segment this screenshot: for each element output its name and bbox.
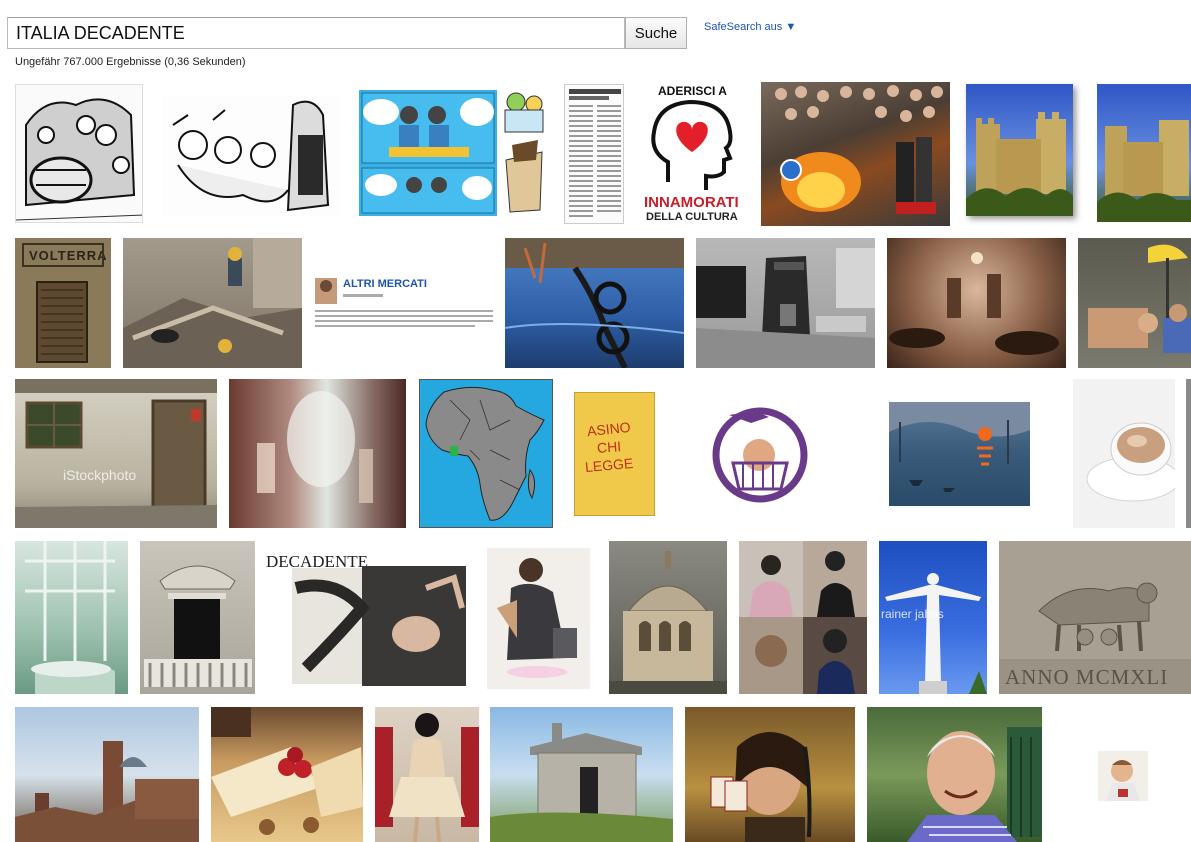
cartoon-illustration [163, 95, 340, 217]
altri-mercati-title: ALTRI MERCATI [343, 278, 427, 290]
newspaper-text [565, 85, 623, 223]
book-title-line-1: ASINO [586, 418, 632, 440]
image-result-impression-sunrise[interactable] [889, 402, 1030, 506]
image-result-canal-bicycle[interactable] [505, 238, 684, 368]
book-title-line-3: LEGGE [584, 454, 634, 476]
aderisci-bottom-text-2: DELLA CULTURA [646, 211, 738, 223]
image-result-fist-basket-logo[interactable] [707, 403, 813, 503]
castle-photo [966, 112, 1073, 216]
image-result-medieval-town[interactable] [15, 707, 199, 842]
image-result-decadente-magazine[interactable]: DECADENTE [266, 548, 467, 689]
window-photo [144, 565, 252, 687]
cartoon-illustration [16, 85, 142, 222]
castle-photo [1097, 120, 1191, 222]
image-result-domed-church[interactable] [609, 541, 727, 694]
coffee-photo [1086, 422, 1175, 502]
image-result-cartoon-trash[interactable] [15, 84, 143, 223]
man-photo [907, 727, 1042, 842]
image-result-christ-statue[interactable]: rainer jahns [879, 541, 987, 694]
image-result-device-on-desk[interactable] [696, 238, 875, 368]
hut-photo [490, 723, 673, 842]
image-result-baroque-window[interactable] [140, 541, 255, 694]
rubble-photo [123, 238, 302, 368]
conservatory-photo [25, 541, 115, 694]
image-result-baby[interactable] [1098, 751, 1148, 801]
device-photo [696, 248, 875, 368]
africa-map [425, 386, 545, 521]
painting [889, 402, 1030, 492]
image-result-beach-umbrella[interactable] [1078, 238, 1191, 368]
book-title-line-2: CHI [596, 438, 622, 456]
cartoon-illustration [500, 90, 548, 214]
search-input[interactable]: ITALIA DECADENTE [7, 17, 625, 49]
search-button[interactable]: Suche [625, 17, 687, 49]
image-result-partial-edge[interactable] [1186, 379, 1191, 528]
image-result-castle-2[interactable] [1097, 84, 1191, 222]
cafe-photo [889, 252, 1059, 355]
image-result-volterra-door[interactable]: VOLTERRA [15, 238, 111, 368]
rainer-watermark: rainer jahns [881, 607, 944, 621]
girl-photo [710, 732, 812, 842]
fashion-photo [375, 713, 479, 842]
aderisci-bottom-text: INNAMORATI [644, 194, 739, 211]
image-result-earthquake-rubble[interactable] [123, 238, 302, 368]
image-result-riot-fire[interactable] [761, 82, 950, 226]
image-result-cartoon-coffee[interactable] [500, 90, 548, 214]
image-result-africa-map[interactable] [419, 379, 553, 528]
image-result-stone-hut[interactable] [490, 707, 673, 842]
image-result-fashion-dress[interactable] [375, 707, 479, 842]
image-result-castle-1[interactable] [966, 84, 1073, 216]
fashion-photo [497, 558, 577, 678]
image-result-sepia-cafe[interactable] [887, 238, 1066, 368]
town-photo [15, 741, 199, 842]
image-result-she-wolf-relief[interactable]: ANNO MCMXLI [999, 541, 1191, 694]
safesearch-toggle[interactable]: SafeSearch aus ▼ [704, 21, 796, 33]
house-photo [15, 379, 217, 528]
image-result-comic-strip[interactable] [359, 90, 497, 216]
image-result-aderisci-poster[interactable]: ADERISCI A INNAMORATI DELLA CULTURA [640, 82, 748, 226]
image-result-yellow-book[interactable]: ASINO CHI LEGGE [574, 392, 655, 516]
comic-illustration [359, 90, 497, 216]
magazine-photo [292, 566, 466, 686]
image-result-girl-cards[interactable] [685, 707, 855, 842]
image-result-baroque-fashion[interactable] [739, 541, 867, 694]
door-photo [22, 243, 104, 363]
image-result-conservatory[interactable] [15, 541, 128, 694]
fist-basket-icon [712, 407, 808, 503]
fashion-collage [739, 541, 867, 694]
baby-photo [1106, 760, 1140, 801]
church-photo [609, 551, 727, 694]
image-result-cartoon-monkeys[interactable] [163, 95, 340, 217]
image-result-cheese-fruit[interactable] [211, 707, 363, 842]
beach-photo [1088, 244, 1191, 353]
anno-inscription: ANNO MCMXLI [1005, 665, 1169, 689]
image-result-altri-mercati[interactable]: ALTRI MERCATI [313, 276, 496, 332]
interior-photo [257, 391, 373, 503]
image-result-blurred-interior[interactable] [229, 379, 406, 528]
image-result-fashion-model[interactable] [487, 548, 590, 689]
image-result-newspaper-article[interactable] [564, 84, 624, 224]
istock-watermark: iStockphoto [63, 467, 137, 483]
canal-photo [505, 238, 684, 368]
riot-photo [775, 85, 943, 214]
image-result-cappuccino[interactable] [1073, 379, 1175, 528]
result-stats: Ungefähr 767.000 Ergebnisse (0,36 Sekund… [15, 56, 246, 68]
food-photo [211, 707, 363, 835]
image-result-smiling-man[interactable] [867, 707, 1042, 842]
image-result-old-house-istock[interactable]: iStockphoto [15, 379, 217, 528]
